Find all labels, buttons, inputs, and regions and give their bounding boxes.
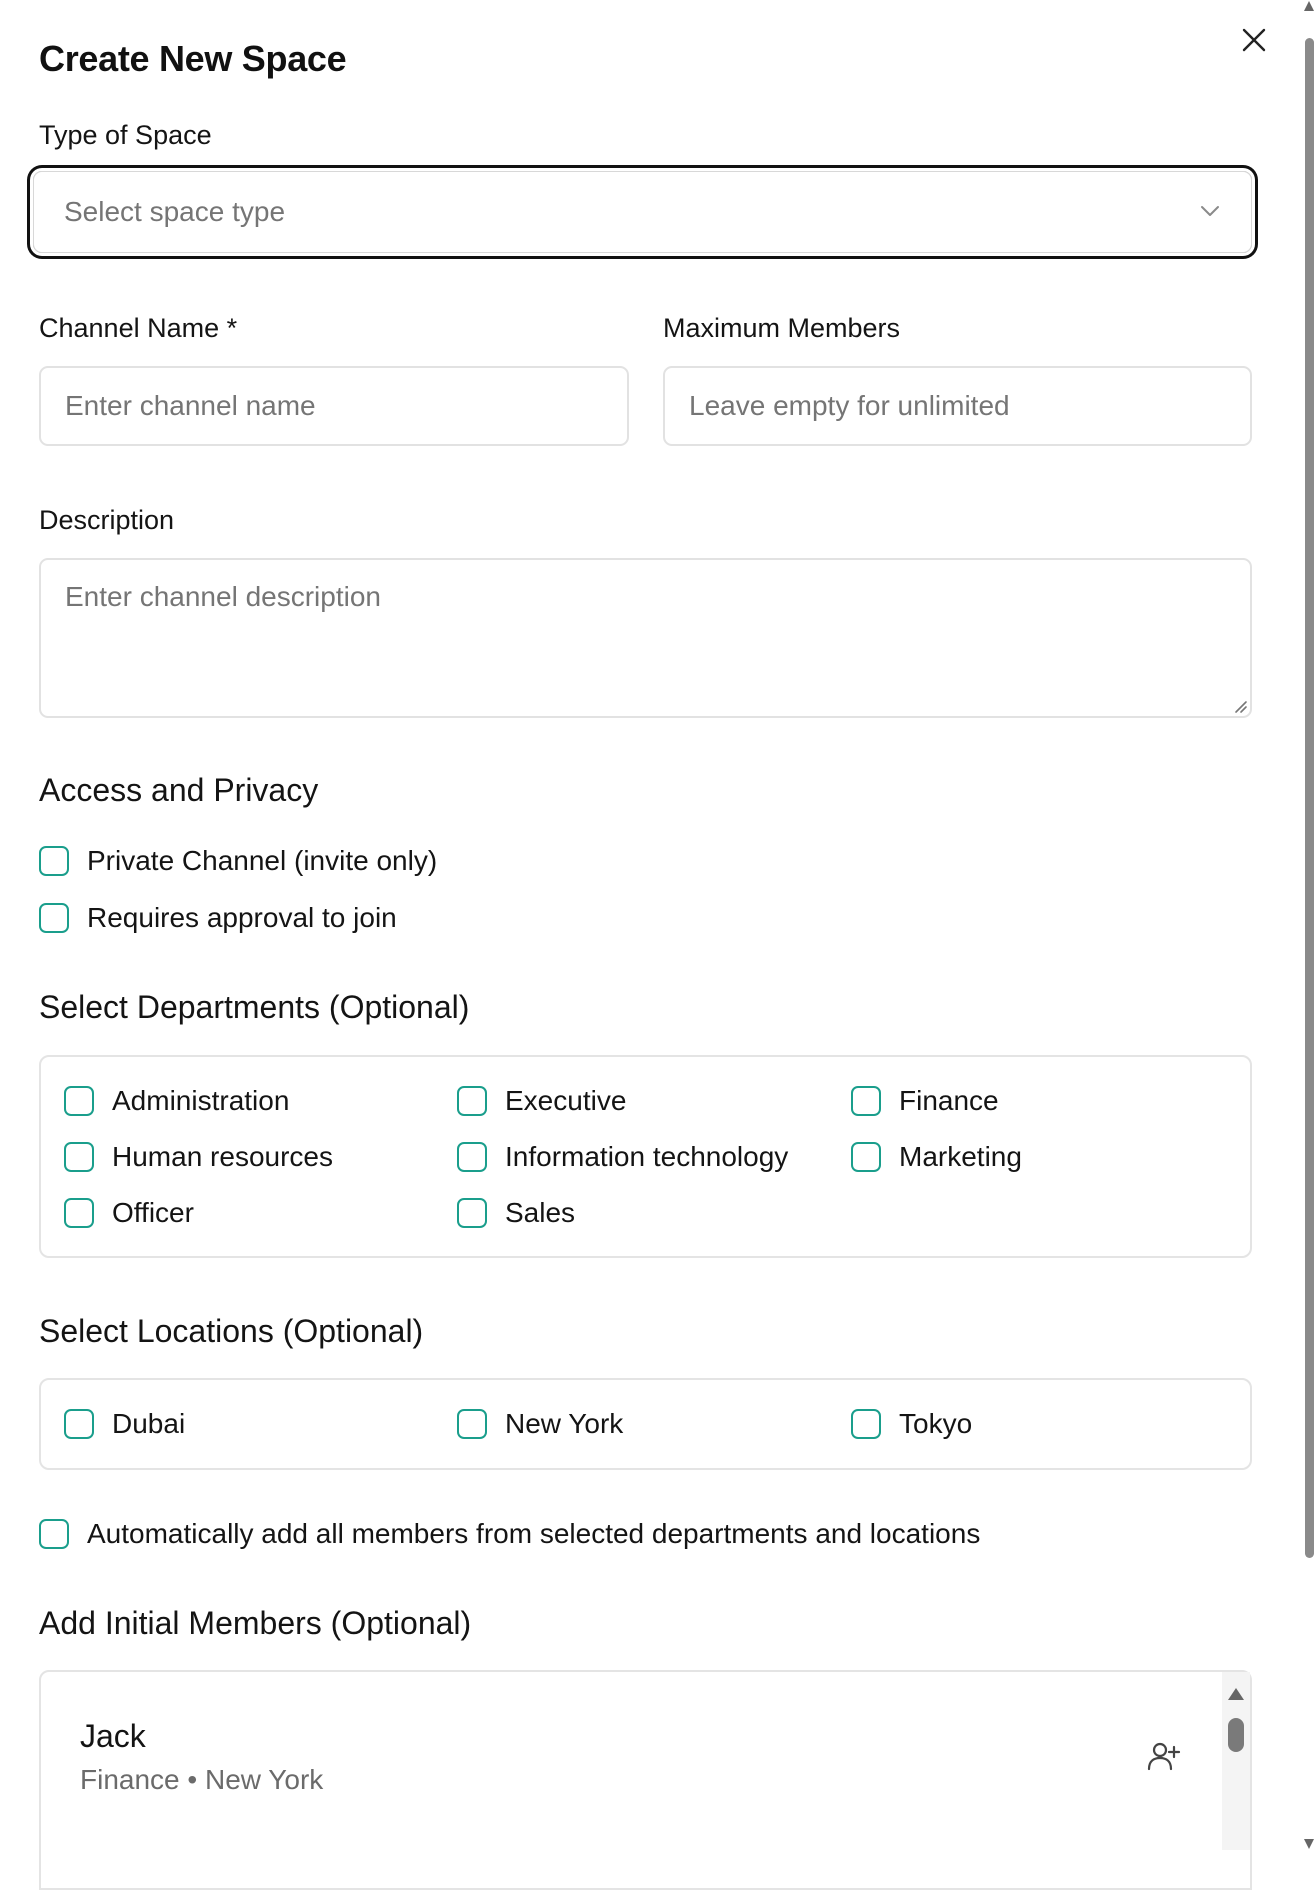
access-privacy-title: Access and Privacy bbox=[39, 772, 319, 808]
department-checkbox-executive[interactable] bbox=[457, 1086, 487, 1116]
department-checkbox-marketing[interactable] bbox=[851, 1142, 881, 1172]
department-label[interactable]: Information technology bbox=[505, 1141, 788, 1173]
requires-approval-label[interactable]: Requires approval to join bbox=[87, 902, 397, 934]
locations-title: Select Locations (Optional) bbox=[39, 1313, 424, 1349]
locations-panel bbox=[39, 1378, 1252, 1470]
add-user-icon[interactable] bbox=[1146, 1738, 1182, 1774]
member-department-location: Finance • New York bbox=[80, 1764, 324, 1795]
department-checkbox-administration[interactable] bbox=[64, 1086, 94, 1116]
location-label[interactable]: Tokyo bbox=[899, 1408, 972, 1440]
members-scrollbar-thumb[interactable] bbox=[1228, 1718, 1244, 1752]
auto-add-label[interactable]: Automatically add all members from selec… bbox=[87, 1518, 980, 1550]
location-label[interactable]: New York bbox=[505, 1408, 623, 1440]
page-scroll-down-arrow-icon[interactable] bbox=[1303, 1838, 1314, 1850]
private-channel-checkbox[interactable] bbox=[39, 846, 69, 876]
location-checkbox-tokyo[interactable] bbox=[851, 1409, 881, 1439]
max-members-label: Maximum Members bbox=[663, 313, 901, 343]
channel-name-input[interactable] bbox=[39, 366, 629, 446]
close-button[interactable] bbox=[1236, 22, 1272, 58]
requires-approval-checkbox[interactable] bbox=[39, 903, 69, 933]
department-label[interactable]: Sales bbox=[505, 1197, 575, 1229]
channel-name-label: Channel Name * bbox=[39, 313, 238, 343]
department-label[interactable]: Executive bbox=[505, 1085, 626, 1117]
department-label[interactable]: Marketing bbox=[899, 1141, 1022, 1173]
create-space-dialog: Create New Space Type of Space Select sp… bbox=[0, 0, 1314, 1890]
close-icon bbox=[1242, 28, 1266, 52]
auto-add-checkbox[interactable] bbox=[39, 1519, 69, 1549]
department-checkbox-information-technology[interactable] bbox=[457, 1142, 487, 1172]
space-type-label: Type of Space bbox=[39, 120, 212, 150]
department-label[interactable]: Finance bbox=[899, 1085, 999, 1117]
location-checkbox-new-york[interactable] bbox=[457, 1409, 487, 1439]
max-members-input[interactable] bbox=[663, 366, 1252, 446]
page-scroll-up-arrow-icon[interactable] bbox=[1303, 0, 1314, 12]
location-checkbox-dubai[interactable] bbox=[64, 1409, 94, 1439]
department-checkbox-sales[interactable] bbox=[457, 1198, 487, 1228]
page-scrollbar-thumb[interactable] bbox=[1305, 38, 1314, 1558]
departments-title: Select Departments (Optional) bbox=[39, 989, 470, 1025]
department-label[interactable]: Human resources bbox=[112, 1141, 333, 1173]
space-type-select[interactable]: Select space type bbox=[33, 171, 1252, 253]
department-checkbox-finance[interactable] bbox=[851, 1086, 881, 1116]
dialog-title: Create New Space bbox=[39, 38, 347, 79]
members-title: Add Initial Members (Optional) bbox=[39, 1605, 472, 1641]
location-label[interactable]: Dubai bbox=[112, 1408, 185, 1440]
department-checkbox-human-resources[interactable] bbox=[64, 1142, 94, 1172]
department-checkbox-officer[interactable] bbox=[64, 1198, 94, 1228]
chevron-down-icon bbox=[1201, 206, 1219, 216]
scroll-up-arrow-icon[interactable] bbox=[1226, 1686, 1246, 1702]
private-channel-label[interactable]: Private Channel (invite only) bbox=[87, 845, 437, 877]
space-type-placeholder: Select space type bbox=[64, 196, 286, 227]
description-label: Description bbox=[39, 505, 175, 535]
description-textarea[interactable] bbox=[39, 558, 1252, 718]
member-name: Jack bbox=[80, 1718, 146, 1754]
department-label[interactable]: Officer bbox=[112, 1197, 194, 1229]
department-label[interactable]: Administration bbox=[112, 1085, 289, 1117]
